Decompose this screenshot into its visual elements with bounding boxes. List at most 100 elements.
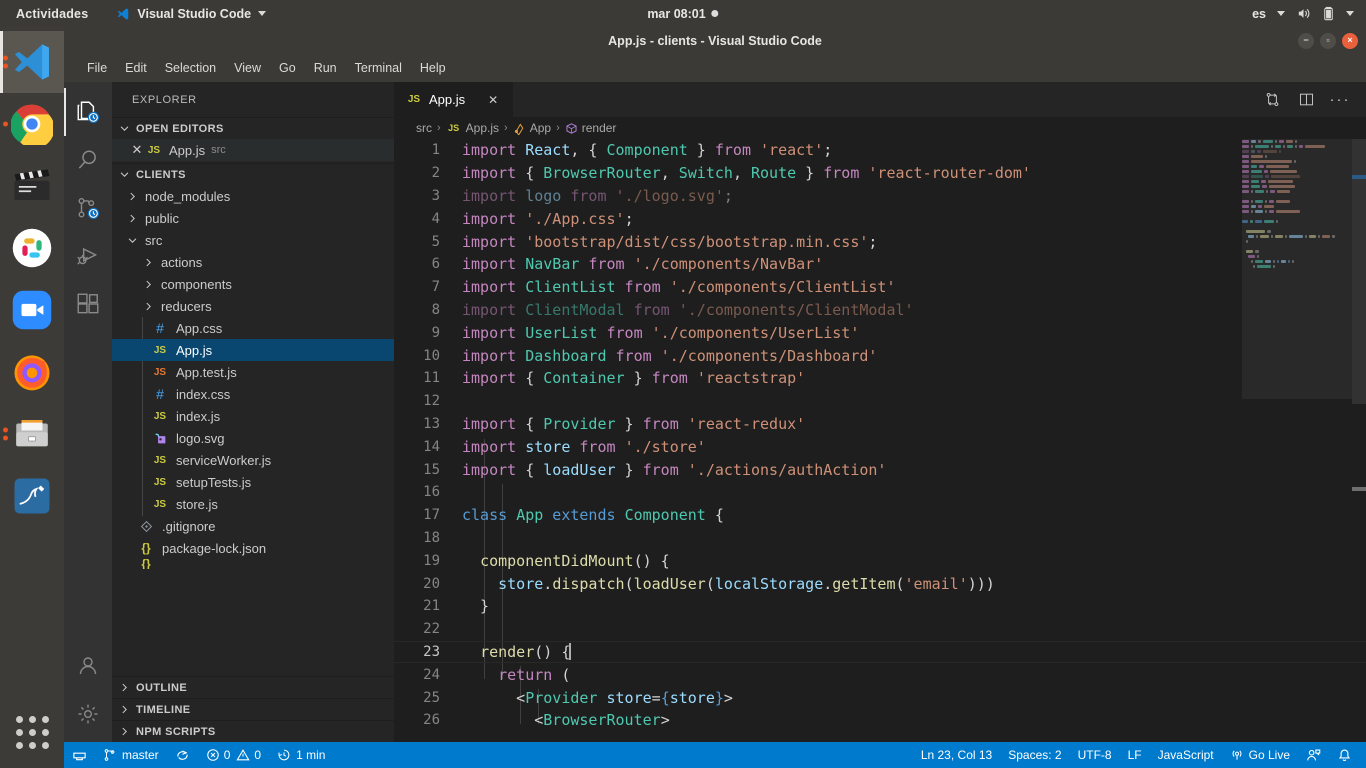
dock-item-files[interactable] (0, 403, 64, 465)
status-remote[interactable] (64, 742, 95, 768)
minimize-button[interactable]: − (1298, 33, 1314, 49)
line-content: <BrowserRouter> (462, 711, 670, 729)
status-errors[interactable]: 0 (198, 742, 235, 768)
dock-item-visual-studio-code[interactable] (0, 31, 64, 93)
activity-run-and-debug[interactable] (64, 232, 112, 280)
maximize-button[interactable]: ▫ (1320, 33, 1336, 49)
status-notifications[interactable] (1329, 742, 1360, 768)
status-go-live[interactable]: Go Live (1222, 742, 1298, 768)
activity-accounts[interactable] (64, 642, 112, 690)
status-indentation[interactable]: Spaces: 2 (1000, 742, 1069, 768)
tree-item-app-js[interactable]: JS App.js (112, 339, 394, 361)
tree-item-partial[interactable]: {} (112, 559, 394, 569)
notification-dot-icon (712, 10, 719, 17)
menu-selection[interactable]: Selection (156, 58, 225, 78)
dock-item-slack[interactable] (0, 217, 64, 279)
menubar: File Edit Selection View Go Run Terminal… (64, 54, 1366, 82)
breadcrumb-item-app[interactable]: App (513, 121, 551, 135)
code-editor[interactable]: 1import React, { Component } from 'react… (394, 139, 1366, 742)
status-go-live-label: Go Live (1249, 748, 1290, 762)
section-npm-scripts[interactable]: NPM SCRIPTS (112, 720, 394, 742)
status-branch[interactable]: master (95, 742, 167, 768)
activity-search[interactable] (64, 136, 112, 184)
editor-scrollbar[interactable] (1352, 139, 1366, 742)
tree-item-public[interactable]: public (112, 207, 394, 229)
close-button[interactable]: × (1342, 33, 1358, 49)
menu-view[interactable]: View (225, 58, 270, 78)
chevron-right-icon (140, 254, 156, 270)
overview-ruler-mark (1352, 487, 1366, 491)
line-content: import { BrowserRouter, Switch, Route } … (462, 164, 1031, 182)
dock-item-mysql-workbench[interactable] (0, 465, 64, 527)
dock-item-google-chrome[interactable] (0, 93, 64, 155)
status-sync[interactable] (167, 742, 198, 768)
status-branch-label: master (122, 748, 159, 762)
menu-help[interactable]: Help (411, 58, 455, 78)
tree-item-logo-svg[interactable]: logo.svg (112, 427, 394, 449)
tree-item-node_modules[interactable]: node_modules (112, 185, 394, 207)
dock-item-video-editor[interactable] (0, 155, 64, 217)
gnome-top-bar: Actividades Visual Studio Code mar 08:01… (0, 0, 1366, 27)
dock-item-firefox[interactable] (0, 341, 64, 403)
status-warnings[interactable]: 0 (234, 742, 269, 768)
gnome-system-menu[interactable]: es (1252, 6, 1354, 21)
gnome-app-menu[interactable]: Visual Studio Code (116, 7, 266, 21)
tree-item-package-lock-json[interactable]: {} package-lock.json (112, 537, 394, 559)
menu-go[interactable]: Go (270, 58, 305, 78)
open-editor-item-app-js[interactable]: ✕ JS App.js src (112, 139, 394, 161)
json-file-icon: {} (138, 541, 154, 555)
menu-terminal[interactable]: Terminal (346, 58, 411, 78)
show-applications-button[interactable] (0, 706, 64, 758)
breadcrumb-item-src[interactable]: src (416, 121, 432, 135)
tree-item-src[interactable]: src (112, 229, 394, 251)
open-changes-icon[interactable] (1258, 86, 1286, 114)
status-cursor-position[interactable]: Ln 23, Col 13 (913, 742, 1000, 768)
breadcrumb-label: App.js (466, 121, 499, 135)
menu-file[interactable]: File (78, 58, 116, 78)
line-content: import NavBar from './components/NavBar' (462, 255, 823, 273)
status-timer[interactable]: 1 min (269, 742, 333, 768)
line-content: componentDidMount() { (462, 552, 670, 570)
status-feedback[interactable] (1298, 742, 1329, 768)
line-number: 3 (394, 188, 462, 204)
menu-edit[interactable]: Edit (116, 58, 156, 78)
tree-item-app-test-js[interactable]: JS App.test.js (112, 361, 394, 383)
section-open-editors[interactable]: OPEN EDITORS (112, 117, 394, 139)
tree-item-index-css[interactable]: # index.css (112, 383, 394, 405)
activities-button[interactable]: Actividades (16, 7, 88, 21)
tree-item-index-js[interactable]: JS index.js (112, 405, 394, 427)
tree-item-actions[interactable]: actions (112, 251, 394, 273)
more-actions-icon[interactable]: ··· (1326, 86, 1354, 114)
minimap-slider[interactable] (1242, 139, 1352, 399)
gnome-clock[interactable]: mar 08:01 (647, 7, 718, 21)
section-timeline[interactable]: TIMELINE (112, 698, 394, 720)
dock-item-zoom[interactable] (0, 279, 64, 341)
line-number: 14 (394, 439, 462, 455)
activity-source-control[interactable] (64, 184, 112, 232)
activity-extensions[interactable] (64, 280, 112, 328)
tree-item-serviceworker-js[interactable]: JS serviceWorker.js (112, 449, 394, 471)
breadcrumb-item-app-js[interactable]: JS App.js (446, 121, 499, 135)
activity-explorer[interactable] (64, 88, 112, 136)
section-clients[interactable]: CLIENTS (112, 163, 394, 185)
chevron-right-icon (124, 188, 140, 204)
status-encoding[interactable]: UTF-8 (1070, 742, 1120, 768)
tree-item-components[interactable]: components (112, 273, 394, 295)
code-line: 19 componentDidMount() { (394, 549, 1366, 572)
tree-item-gitignore[interactable]: .gitignore (112, 515, 394, 537)
close-icon[interactable]: ✕ (128, 142, 146, 158)
section-outline[interactable]: OUTLINE (112, 676, 394, 698)
tree-item-setuptests-js[interactable]: JS setupTests.js (112, 471, 394, 493)
tree-item-app-css[interactable]: # App.css (112, 317, 394, 339)
tab-close-icon[interactable]: ✕ (488, 93, 498, 107)
tree-item-store-js[interactable]: JS store.js (112, 493, 394, 515)
tab-app-js[interactable]: JS App.js ✕ (394, 82, 514, 117)
status-language-mode[interactable]: JavaScript (1150, 742, 1222, 768)
tree-item-reducers[interactable]: reducers (112, 295, 394, 317)
activity-settings[interactable] (64, 690, 112, 738)
breadcrumb-item-render[interactable]: render (565, 121, 617, 135)
section-outline-label: OUTLINE (136, 682, 187, 694)
status-eol[interactable]: LF (1120, 742, 1150, 768)
menu-run[interactable]: Run (305, 58, 346, 78)
split-editor-icon[interactable] (1292, 86, 1320, 114)
